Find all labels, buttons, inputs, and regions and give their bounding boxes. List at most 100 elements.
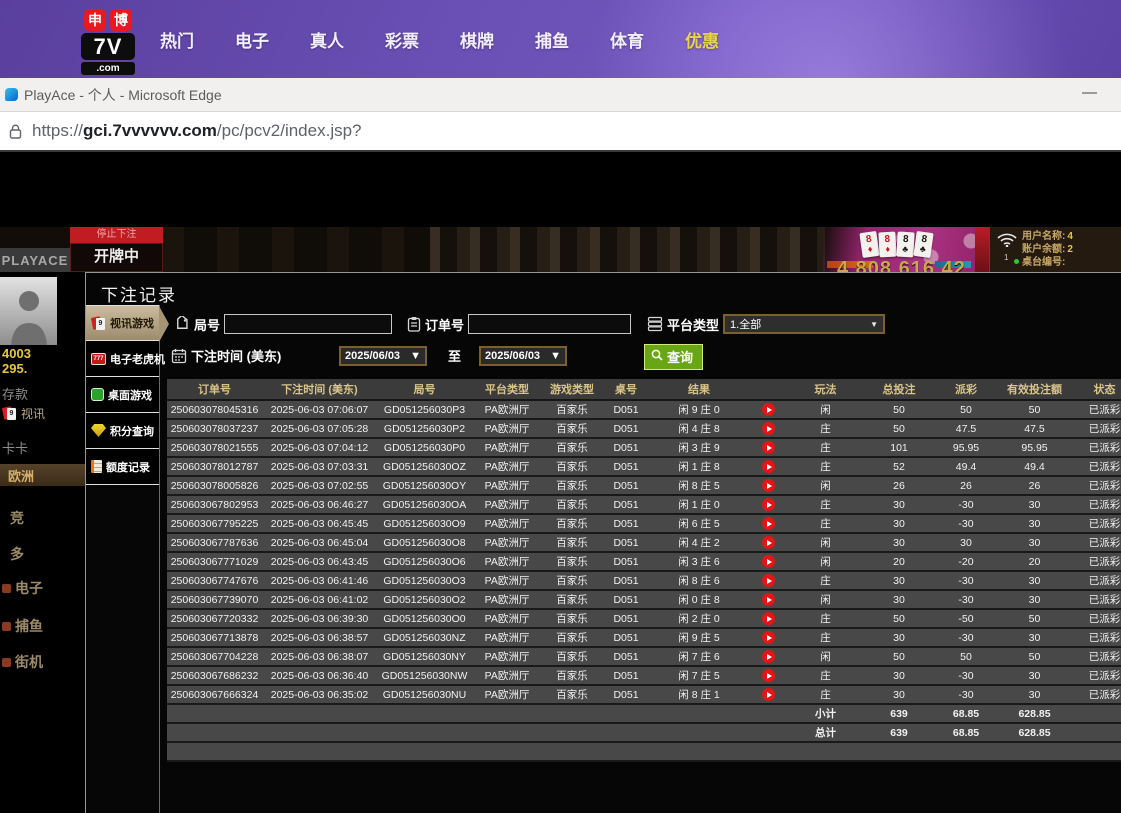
edge-titlebar: PlayAce - 个人 - Microsoft Edge —: [0, 78, 1121, 112]
cell: D051: [602, 400, 650, 419]
sidebar-item-2[interactable]: 777电子老虎机: [86, 341, 159, 377]
play-icon: [767, 578, 772, 584]
bg-fragment: 电子: [0, 578, 85, 598]
nav-item-3[interactable]: 真人: [310, 27, 344, 52]
stop-betting-banner: 停止下注: [70, 227, 163, 243]
cell: GD051256030O9: [377, 514, 472, 533]
nav-item-1[interactable]: 热门: [160, 27, 194, 52]
cell: 250603067739070: [167, 590, 262, 609]
play-button[interactable]: [762, 555, 775, 568]
column-header-8: [748, 379, 788, 400]
cell: 闲 4 庄 8: [650, 419, 748, 438]
menu-icon: [2, 658, 11, 667]
play-icon: [767, 635, 772, 641]
play-button[interactable]: [762, 460, 775, 473]
play-icon: [767, 483, 772, 489]
play-button[interactable]: [762, 479, 775, 492]
play-icon: [767, 692, 772, 698]
cell: 47.5: [997, 419, 1072, 438]
sidebar-item-1[interactable]: 9视讯游戏: [86, 305, 159, 341]
total-row-label: 总计: [788, 723, 863, 742]
cell: D051: [602, 628, 650, 647]
play-button[interactable]: [762, 669, 775, 682]
play-button[interactable]: [762, 688, 775, 701]
site-header: 申 博 7V .com 热门 电子 真人 彩票 棋牌 捕鱼 体育 优惠: [0, 0, 1121, 78]
cell: PA欧洲厅: [472, 438, 542, 457]
cell: -30: [935, 514, 997, 533]
bg-fragment-label: 295.: [2, 361, 27, 376]
cell: 50: [997, 609, 1072, 628]
cell: PA欧洲厅: [472, 685, 542, 704]
cell: 已派彩: [1072, 647, 1121, 666]
play-button[interactable]: [762, 441, 775, 454]
url-bar[interactable]: https://gci.7vvvvvv.com/pc/pcv2/index.js…: [0, 112, 1121, 152]
sidebar-item-4[interactable]: 积分查询: [86, 413, 159, 449]
nav-item-6[interactable]: 捕鱼: [535, 27, 569, 52]
cards-s: 9: [2, 406, 17, 421]
logo-badge: 申: [84, 9, 106, 31]
cell: -30: [935, 571, 997, 590]
play-button[interactable]: [762, 631, 775, 644]
cell: 30: [997, 666, 1072, 685]
column-header-7: 结果: [650, 379, 748, 400]
cell: 百家乐: [542, 533, 602, 552]
play-button[interactable]: [762, 422, 775, 435]
cell: 250603067771029: [167, 552, 262, 571]
clipboard-icon: [407, 316, 421, 332]
cell: 20: [863, 552, 935, 571]
play-button[interactable]: [762, 517, 775, 530]
nav-item-4[interactable]: 彩票: [385, 27, 419, 52]
calendar-icon: [171, 348, 187, 364]
query-button[interactable]: 查询: [644, 344, 703, 370]
play-button[interactable]: [762, 574, 775, 587]
column-header-5: 游戏类型: [542, 379, 602, 400]
cell: 百家乐: [542, 514, 602, 533]
date-from-select[interactable]: 2025/06/03 ▼: [339, 346, 427, 366]
bg-fragment: 295.: [0, 361, 85, 376]
cell: 2025-06-03 06:46:27: [262, 495, 377, 514]
round-number-input[interactable]: [224, 314, 392, 334]
cell: GD051256030O3: [377, 571, 472, 590]
play-button[interactable]: [762, 612, 775, 625]
wifi-icon: [996, 231, 1018, 252]
play-button[interactable]: [762, 593, 775, 606]
play-button[interactable]: [762, 536, 775, 549]
sidebar-item-5[interactable]: 额度记录: [86, 449, 159, 485]
nav-item-8[interactable]: 优惠: [685, 27, 719, 52]
edge-icon: [5, 88, 18, 101]
order-number-input[interactable]: [468, 314, 631, 334]
nav-item-7[interactable]: 体育: [610, 27, 644, 52]
cell: 250603067795225: [167, 514, 262, 533]
table-row: 2506030677710292025-06-03 06:43:45GD0512…: [167, 552, 1121, 571]
play-icon: [767, 445, 772, 451]
sidebar-item-3[interactable]: 桌面游戏: [86, 377, 159, 413]
platform-type-select[interactable]: 1.全部 ▼: [723, 314, 885, 334]
cell: 95.95: [997, 438, 1072, 457]
play-button[interactable]: [762, 498, 775, 511]
cell: 30: [997, 514, 1072, 533]
cell: 49.4: [935, 457, 997, 476]
cell: 2025-06-03 06:38:07: [262, 647, 377, 666]
cell: D051: [602, 590, 650, 609]
nav-item-2[interactable]: 电子: [235, 27, 269, 52]
site-logo[interactable]: 申 博 7V .com: [75, 9, 141, 75]
minimize-button[interactable]: —: [1082, 84, 1097, 101]
points-gem-icon: [91, 424, 106, 437]
column-header-11: 派彩: [935, 379, 997, 400]
cell: 250603067747676: [167, 571, 262, 590]
user-panel-label: 桌台编号:: [1022, 257, 1065, 268]
cell: 已派彩: [1072, 552, 1121, 571]
table-row: 2506030677203322025-06-03 06:39:30GD0512…: [167, 609, 1121, 628]
play-button[interactable]: [762, 650, 775, 663]
date-to-select[interactable]: 2025/06/03 ▼: [479, 346, 567, 366]
online-dot: [1014, 259, 1019, 264]
modal-sidebar: 9视讯游戏777电子老虎机桌面游戏积分查询额度记录: [86, 305, 160, 813]
play-button[interactable]: [762, 403, 775, 416]
cell: D051: [602, 666, 650, 685]
cell: 庄: [788, 685, 863, 704]
nav-item-5[interactable]: 棋牌: [460, 27, 494, 52]
bg-fragment: 4003: [0, 346, 85, 361]
cell: 50: [997, 400, 1072, 419]
cell: 2025-06-03 06:35:02: [262, 685, 377, 704]
lock-icon: [9, 124, 22, 139]
